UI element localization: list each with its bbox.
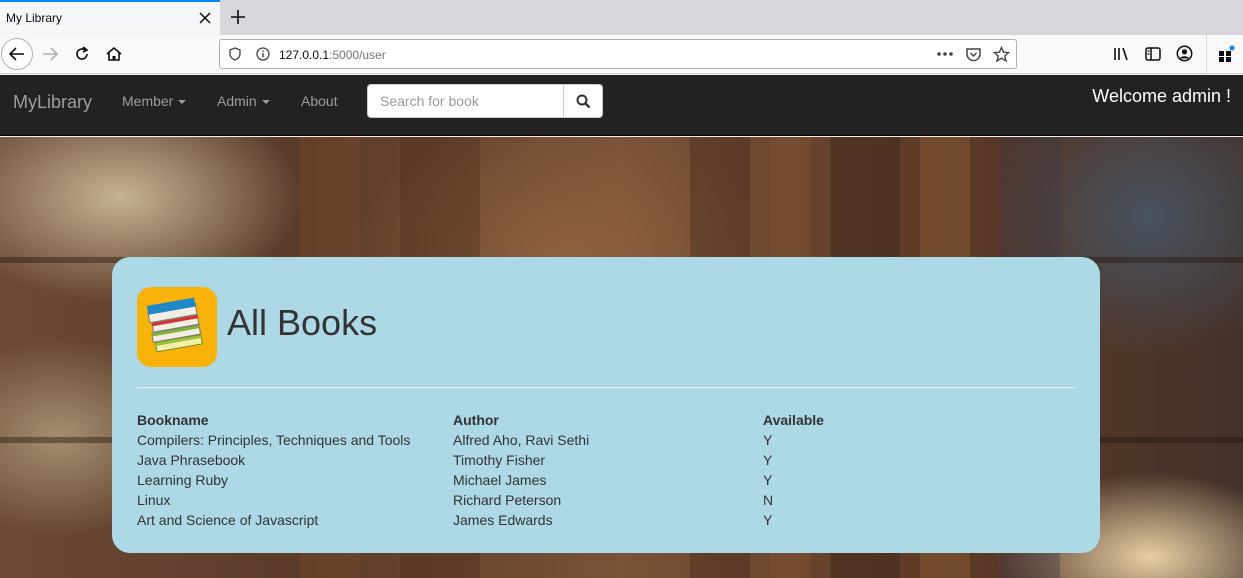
admin-menu-label: Admin	[217, 93, 257, 109]
author-cell: Timothy Fisher	[453, 452, 546, 468]
url-host: 127.0.0.1	[279, 48, 330, 62]
url-path: :5000/user	[329, 48, 386, 62]
author-cell: Michael James	[453, 472, 547, 488]
book-name-cell: Art and Science of Javascript	[137, 512, 319, 528]
search-button[interactable]	[563, 84, 603, 118]
author-cell: Richard Peterson	[453, 492, 562, 508]
about-link[interactable]: About	[301, 93, 338, 109]
account-icon[interactable]	[1176, 45, 1193, 62]
chevron-down-icon	[261, 100, 270, 105]
brand-link[interactable]: MyLibrary	[13, 92, 92, 113]
forward-arrow-icon	[43, 47, 59, 61]
all-books-card: All Books Bookname Author Available Comp…	[112, 257, 1100, 553]
more-actions-icon[interactable]	[936, 51, 954, 57]
close-tab-icon[interactable]	[197, 10, 213, 26]
available-cell: Y	[763, 452, 773, 468]
bookmark-star-icon[interactable]	[993, 46, 1010, 63]
forward-button[interactable]	[39, 43, 61, 65]
available-cell: Y	[763, 512, 773, 528]
browser-tab[interactable]: My Library	[0, 0, 220, 35]
app-navbar: MyLibrary Member Admin About Welcome adm…	[0, 75, 1243, 136]
book-name-cell: Learning Ruby	[137, 472, 229, 488]
shield-icon[interactable]	[228, 47, 242, 61]
search-icon	[576, 94, 590, 108]
pocket-icon[interactable]	[965, 46, 982, 63]
books-logo	[137, 287, 217, 367]
book-name-cell: Compilers: Principles, Techniques and To…	[137, 432, 411, 448]
tab-title: My Library	[6, 11, 63, 25]
chevron-down-icon	[178, 100, 187, 105]
member-menu-label: Member	[122, 93, 174, 109]
books-table: Bookname Author Available Compilers: Pri…	[137, 410, 963, 530]
browser-tab-strip: My Library	[0, 0, 1243, 35]
browser-toolbar: 127.0.0.1:5000/user	[0, 35, 1243, 74]
member-menu[interactable]: Member	[122, 93, 187, 109]
available-cell: N	[763, 492, 774, 508]
author-cell: Alfred Aho, Ravi Sethi	[453, 432, 590, 448]
table-row: Linux Richard Peterson N	[137, 490, 963, 510]
table-row: Java Phrasebook Timothy Fisher Y	[137, 450, 963, 470]
sidebar-icon[interactable]	[1145, 46, 1161, 62]
books-stack-icon	[146, 297, 203, 353]
welcome-message: Welcome admin !	[1092, 86, 1231, 106]
url-bar[interactable]: 127.0.0.1:5000/user	[219, 39, 1017, 69]
info-icon[interactable]	[256, 47, 270, 61]
search-input[interactable]	[367, 84, 564, 118]
reload-button[interactable]	[71, 43, 93, 65]
author-cell: James Edwards	[453, 512, 553, 528]
back-arrow-icon	[8, 47, 24, 61]
table-row: Compilers: Principles, Techniques and To…	[137, 430, 963, 450]
book-name-cell: Linux	[137, 492, 171, 508]
toolbar-separator	[1206, 35, 1207, 74]
reload-icon	[76, 46, 89, 60]
available-cell: Y	[763, 432, 773, 448]
column-header-bookname: Bookname	[137, 412, 209, 428]
title-divider	[137, 387, 1075, 388]
back-button[interactable]	[1, 38, 33, 70]
url-text[interactable]: 127.0.0.1:5000/user	[279, 48, 386, 62]
home-icon	[106, 46, 122, 61]
library-icon[interactable]	[1113, 46, 1131, 62]
column-header-available: Available	[763, 412, 824, 428]
home-button[interactable]	[103, 43, 125, 65]
book-name-cell: Java Phrasebook	[137, 452, 246, 468]
new-tab-icon[interactable]	[229, 8, 247, 26]
extensions-icon[interactable]	[1217, 45, 1235, 63]
available-cell: Y	[763, 472, 773, 488]
page-title: All Books	[227, 302, 378, 343]
column-header-author: Author	[453, 412, 499, 428]
admin-menu[interactable]: Admin	[217, 93, 270, 109]
table-row: Art and Science of Javascript James Edwa…	[137, 510, 963, 530]
table-header-row: Bookname Author Available	[137, 410, 963, 430]
table-row: Learning Ruby Michael James Y	[137, 470, 963, 490]
